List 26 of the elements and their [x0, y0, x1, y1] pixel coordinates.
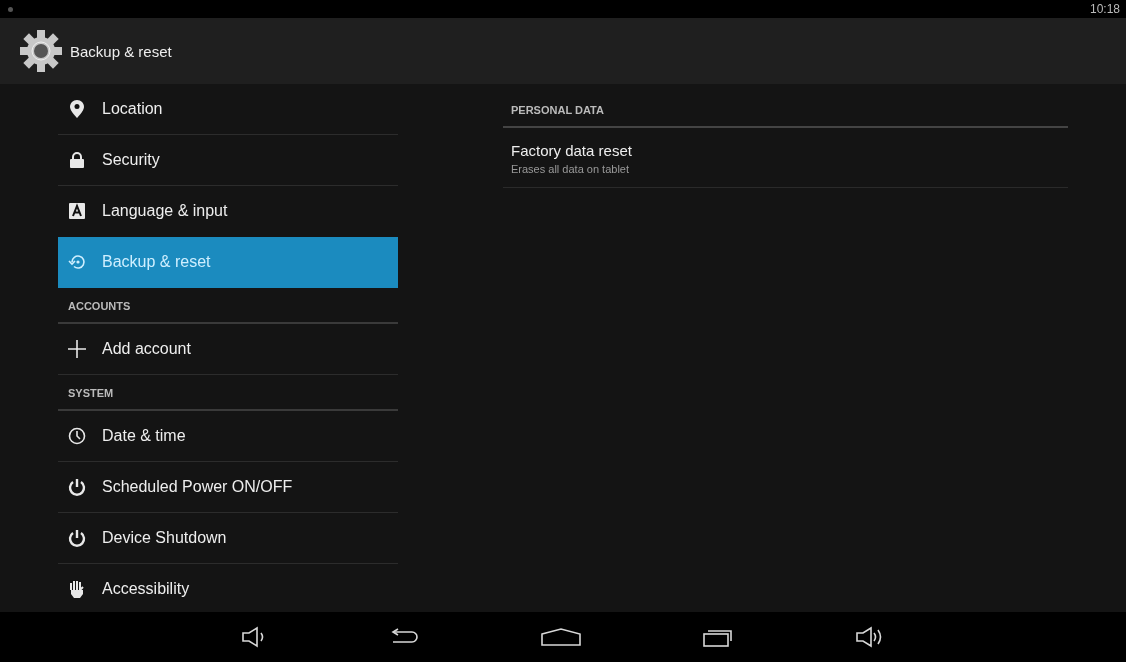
option-title: Factory data reset [511, 142, 633, 159]
settings-menu-item[interactable]: Add account [58, 324, 398, 375]
section-header: ACCOUNTS [58, 288, 398, 324]
location-pin-icon [68, 100, 86, 118]
settings-menu-item[interactable]: Location [58, 84, 398, 135]
hand-icon [68, 580, 86, 598]
screen-title: Backup & reset [70, 42, 172, 60]
gear-icon [20, 30, 62, 72]
power-icon [68, 529, 86, 547]
option-summary: Erases all data on tablet [511, 163, 631, 175]
power-icon [68, 478, 86, 496]
restore-icon [68, 254, 86, 270]
settings-menu-item[interactable]: Security [58, 135, 398, 186]
clock-time: 10:18 [1089, 2, 1120, 16]
settings-menu-item[interactable]: Scheduled Power ON/OFF [58, 462, 398, 513]
plus-icon [68, 340, 86, 358]
settings-menu-item[interactable]: Date & time [58, 411, 398, 462]
section-header: SYSTEM [58, 375, 398, 411]
settings-menu-item[interactable]: Language & input [58, 186, 398, 237]
clock-icon [68, 427, 86, 445]
settings-option[interactable]: Factory data reset Erases all data on tablet [503, 128, 1068, 188]
notification-dot-icon [8, 6, 13, 12]
keyboard-letter-icon [68, 203, 86, 219]
lock-icon [68, 152, 86, 168]
section-header: PERSONAL DATA [503, 100, 1068, 128]
settings-menu-item[interactable]: Device Shutdown [58, 513, 398, 564]
